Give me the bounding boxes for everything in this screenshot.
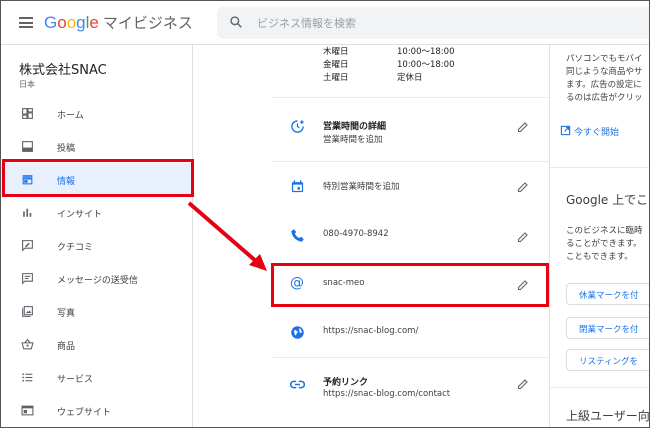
screen: Google マイビジネス ビジネス情報を検索 株式会社SNAC 日本 ホーム 投… (0, 0, 650, 428)
annotation-arrow (187, 201, 267, 271)
